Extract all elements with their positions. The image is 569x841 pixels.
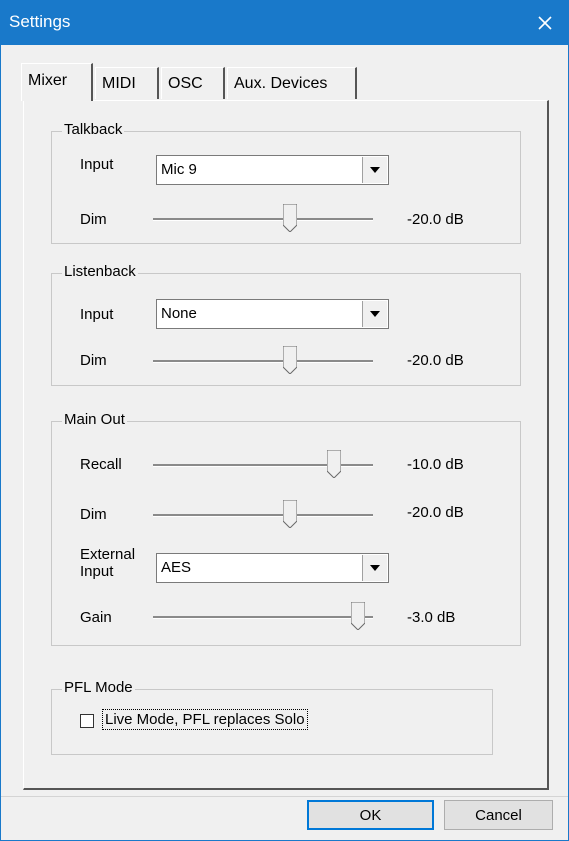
main-dim-label: Dim xyxy=(80,506,107,523)
gain-slider[interactable] xyxy=(153,602,373,632)
listenback-group: Listenback Input None Dim -20.0 dB xyxy=(51,263,521,386)
talkback-dim-value: -20.0 dB xyxy=(407,211,464,228)
gain-label: Gain xyxy=(80,609,112,626)
pfl-mode-group: PFL Mode Live Mode, PFL replaces Solo xyxy=(51,679,493,755)
listenback-dim-label: Dim xyxy=(80,352,107,369)
main-dim-slider[interactable] xyxy=(153,500,373,530)
gain-value: -3.0 dB xyxy=(407,609,456,626)
separator xyxy=(1,796,568,797)
chevron-down-icon[interactable] xyxy=(362,555,387,581)
window-title: Settings xyxy=(9,12,71,31)
external-input-label: External Input xyxy=(80,546,136,580)
ok-button[interactable]: OK xyxy=(307,800,434,830)
chevron-down-icon[interactable] xyxy=(362,157,387,183)
slider-thumb[interactable] xyxy=(327,450,341,478)
talkback-group-label: Talkback xyxy=(62,121,125,138)
listenback-dim-value: -20.0 dB xyxy=(407,352,464,369)
main-out-group-label: Main Out xyxy=(62,411,127,428)
tab-mixer[interactable]: Mixer xyxy=(21,63,93,101)
slider-thumb[interactable] xyxy=(283,204,297,232)
talkback-dim-slider[interactable] xyxy=(153,204,373,234)
listenback-input-select[interactable]: None xyxy=(156,299,389,329)
talkback-group: Talkback Input Mic 9 Dim -20.0 dB xyxy=(51,121,521,244)
slider-thumb[interactable] xyxy=(283,346,297,374)
talkback-input-label: Input xyxy=(80,156,114,173)
cancel-button[interactable]: Cancel xyxy=(444,800,553,830)
listenback-group-label: Listenback xyxy=(62,263,138,280)
main-dim-value: -20.0 dB xyxy=(407,504,464,521)
recall-value: -10.0 dB xyxy=(407,456,464,473)
chevron-down-icon[interactable] xyxy=(362,301,387,327)
main-out-group: Main Out Recall -10.0 dB Dim -20.0 dB Ex… xyxy=(51,411,521,646)
title-bar[interactable]: Settings xyxy=(1,1,568,45)
live-mode-checkbox[interactable] xyxy=(80,714,94,728)
slider-thumb[interactable] xyxy=(351,602,365,630)
listenback-input-label: Input xyxy=(80,306,114,323)
slider-thumb[interactable] xyxy=(283,500,297,528)
tab-midi[interactable]: MIDI xyxy=(95,67,159,99)
settings-dialog: Settings Mixer MIDI OSC Aux. Devices Tal… xyxy=(0,0,569,841)
talkback-input-select[interactable]: Mic 9 xyxy=(156,155,389,185)
recall-slider[interactable] xyxy=(153,450,373,480)
recall-label: Recall xyxy=(80,456,122,473)
mixer-tab-panel: Talkback Input Mic 9 Dim -20.0 dB Listen… xyxy=(23,100,549,790)
talkback-dim-label: Dim xyxy=(80,211,107,228)
tab-aux-devices[interactable]: Aux. Devices xyxy=(227,67,357,99)
tab-osc[interactable]: OSC xyxy=(161,67,225,99)
live-mode-label[interactable]: Live Mode, PFL replaces Solo xyxy=(102,709,308,730)
pfl-mode-group-label: PFL Mode xyxy=(62,679,135,696)
external-input-select[interactable]: AES xyxy=(156,553,389,583)
close-icon[interactable] xyxy=(522,1,568,45)
listenback-dim-slider[interactable] xyxy=(153,346,373,376)
